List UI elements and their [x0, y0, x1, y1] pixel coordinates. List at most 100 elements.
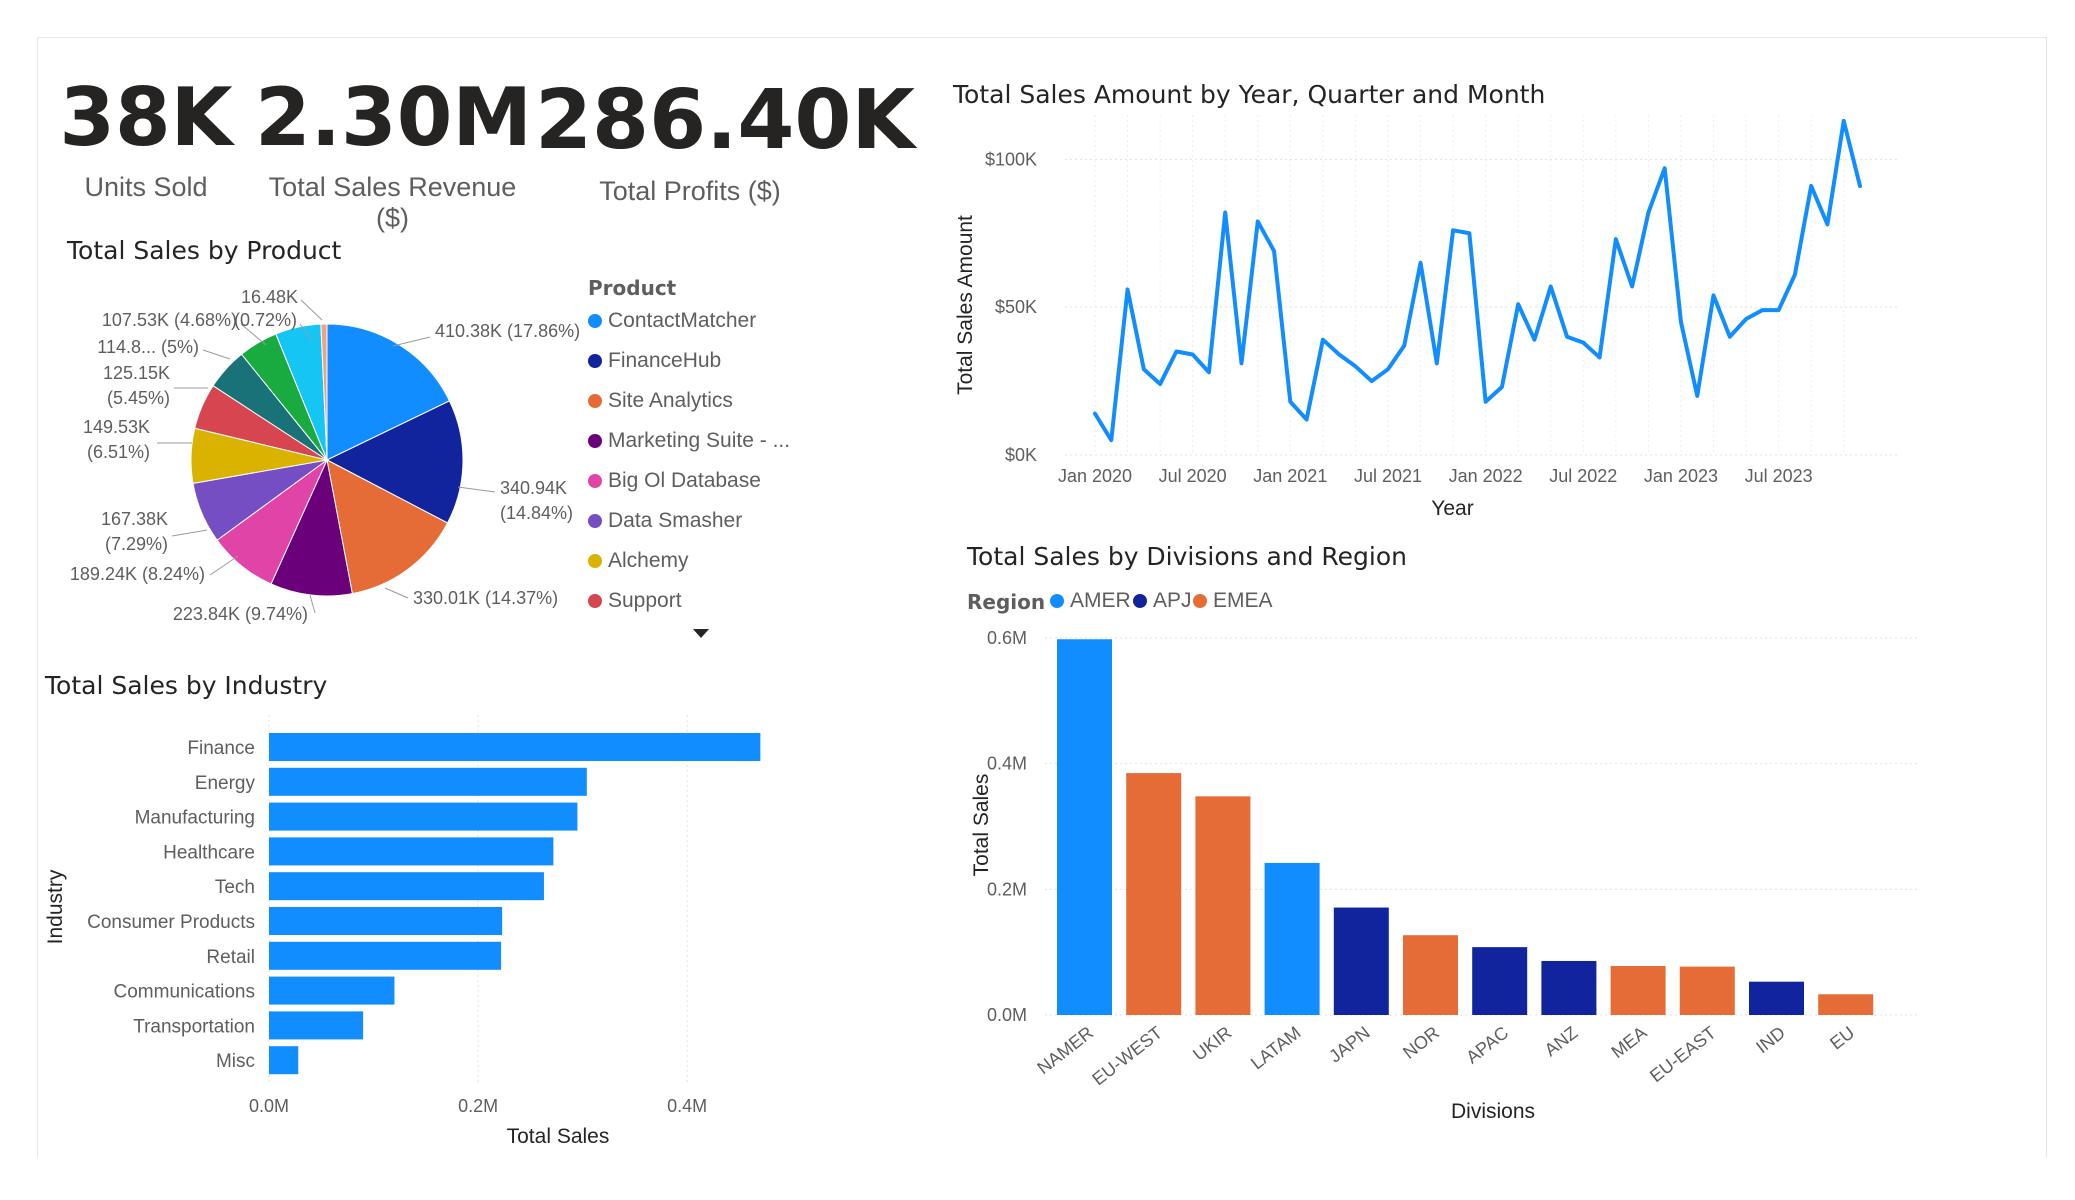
category-label: Tech: [215, 877, 255, 898]
bar[interactable]: [1472, 947, 1528, 1015]
category-label: IND: [1752, 1022, 1789, 1057]
x-axis-title: Total Sales: [507, 1125, 610, 1148]
legend-dot-icon: [588, 554, 602, 568]
legend-item-product[interactable]: Site Analytics: [588, 389, 733, 413]
bar[interactable]: [1333, 907, 1389, 1015]
pie-data-label: (7.29%): [105, 534, 168, 554]
pie-data-label: 16.48K: [241, 287, 298, 307]
legend-item-product[interactable]: Marketing Suite - ...: [588, 429, 790, 453]
line-chart-title: Total Sales Amount by Year, Quarter and …: [953, 80, 1546, 109]
category-label: Transportation: [133, 1016, 255, 1037]
division-chart-title: Total Sales by Divisions and Region: [967, 542, 1408, 571]
legend-item-label: Support: [608, 589, 682, 612]
legend-item-label: FinanceHub: [608, 349, 722, 372]
legend-dot-icon: [588, 314, 602, 328]
legend-dot-icon: [588, 434, 602, 448]
category-label: Manufacturing: [135, 808, 255, 829]
category-label: Healthcare: [163, 842, 255, 863]
bar[interactable]: [1264, 862, 1320, 1015]
kpi-label: Total Sales Revenue ($): [268, 172, 517, 233]
x-axis-title: Divisions: [1451, 1100, 1535, 1123]
y-axis-title: Industry: [44, 869, 67, 944]
industry-chart-title: Total Sales by Industry: [45, 671, 328, 700]
y-tick-label: 0.0M: [987, 1005, 1027, 1025]
x-tick-label: 0.4M: [667, 1096, 707, 1116]
pie-leader-line: [384, 587, 409, 599]
bar[interactable]: [1403, 935, 1458, 1015]
x-tick-label: 0.0M: [249, 1096, 289, 1116]
bar[interactable]: [269, 907, 503, 935]
x-tick-label: Jan 2023: [1644, 466, 1718, 486]
pie-data-label: 125.15K: [103, 363, 170, 383]
bar[interactable]: [1195, 796, 1251, 1015]
x-axis-title: Year: [1431, 497, 1473, 520]
bar[interactable]: [1818, 994, 1874, 1015]
pie-data-label: 223.84K (9.74%): [173, 604, 308, 624]
category-label: Energy: [195, 773, 256, 794]
legend-item-product[interactable]: Support: [588, 589, 682, 613]
bar[interactable]: [269, 1046, 299, 1075]
industry-bar-chart[interactable]: 0.0M 0.2M 0.4M Finance Energy Manufacturing He…: [40, 715, 840, 1155]
pie-data-label: (0.72%): [234, 310, 297, 330]
sales-line-chart[interactable]: $0K $50K $100K Jan 2020 Jul 2020 Jan 2021 Jul …: [940, 115, 1940, 525]
bar[interactable]: [269, 802, 578, 831]
legend-scroll-down-icon[interactable]: [693, 629, 709, 638]
bar[interactable]: [269, 767, 587, 796]
kpi-total-sales-revenue[interactable]: 2.30M Total Sales Revenue ($): [255, 71, 532, 234]
pie-leader-line: [300, 299, 323, 321]
legend-item-label: Big Ol Database: [608, 469, 761, 492]
legend-dot-icon: [1133, 594, 1147, 608]
legend-item-product[interactable]: ContactMatcher: [588, 309, 756, 333]
pie-data-label: 114.8... (5%): [97, 337, 199, 357]
y-tick-label: 0.4M: [987, 754, 1027, 774]
legend-item-label: EMEA: [1213, 589, 1273, 612]
legend-item-region[interactable]: AMER: [1050, 589, 1131, 613]
kpi-value: 2.30M: [255, 71, 532, 164]
legend-item-label: Alchemy: [608, 549, 689, 572]
bar[interactable]: [1057, 639, 1112, 1015]
legend-item-product[interactable]: FinanceHub: [588, 349, 721, 373]
legend-dot-icon: [588, 354, 602, 368]
bar[interactable]: [1679, 966, 1735, 1015]
pie-leader-line: [457, 486, 496, 493]
bar[interactable]: [1749, 981, 1804, 1015]
pie-data-label: 340.94K: [500, 478, 567, 498]
category-label: NAMER: [1033, 1022, 1097, 1078]
legend-item-product[interactable]: Data Smasher: [588, 509, 742, 533]
pie-data-label: (6.51%): [87, 442, 150, 462]
kpi-units-sold[interactable]: 38K Units Sold: [56, 78, 236, 203]
legend-dot-icon: [588, 514, 602, 528]
pie-leader-line: [309, 594, 316, 614]
legend-item-region[interactable]: EMEA: [1193, 589, 1273, 613]
pie-leader-line: [171, 529, 208, 537]
pie-data-label: 167.38K: [101, 509, 168, 529]
series-line[interactable]: [1093, 118, 1862, 443]
bar[interactable]: [269, 1011, 364, 1040]
legend-item-product[interactable]: Big Ol Database: [588, 469, 761, 493]
bar[interactable]: [1541, 960, 1597, 1015]
legend-dot-icon: [1050, 594, 1064, 608]
bar[interactable]: [1126, 773, 1182, 1015]
legend-item-label: Site Analytics: [608, 389, 733, 412]
category-label: EU: [1826, 1022, 1858, 1053]
bar[interactable]: [269, 733, 761, 761]
bar[interactable]: [269, 976, 395, 1005]
y-axis-title: Total Sales Amount: [954, 215, 977, 395]
legend-item-region[interactable]: APJ: [1133, 589, 1192, 613]
bar[interactable]: [269, 941, 502, 970]
bar[interactable]: [269, 837, 554, 866]
pie-leader-line: [392, 336, 431, 347]
kpi-total-profits[interactable]: 286.40K Total Profits ($): [535, 80, 915, 207]
division-column-chart[interactable]: 0.0M 0.2M 0.4M 0.6M NAMEREU-WEST UKIR LATAM JAP…: [960, 620, 1960, 1140]
bar[interactable]: [269, 872, 544, 901]
y-tick-label: $0K: [1005, 445, 1037, 465]
y-axis-title: Total Sales: [970, 774, 993, 877]
legend-item-product[interactable]: Alchemy: [588, 549, 689, 573]
pie-data-label: (14.84%): [500, 503, 573, 523]
pie-data-label: 107.53K (4.68%): [102, 310, 237, 330]
category-label: Misc: [216, 1051, 255, 1072]
bar[interactable]: [1610, 965, 1666, 1015]
y-tick-label: $100K: [985, 149, 1037, 169]
legend-dot-icon: [588, 594, 602, 608]
y-tick-label: $50K: [995, 297, 1037, 317]
